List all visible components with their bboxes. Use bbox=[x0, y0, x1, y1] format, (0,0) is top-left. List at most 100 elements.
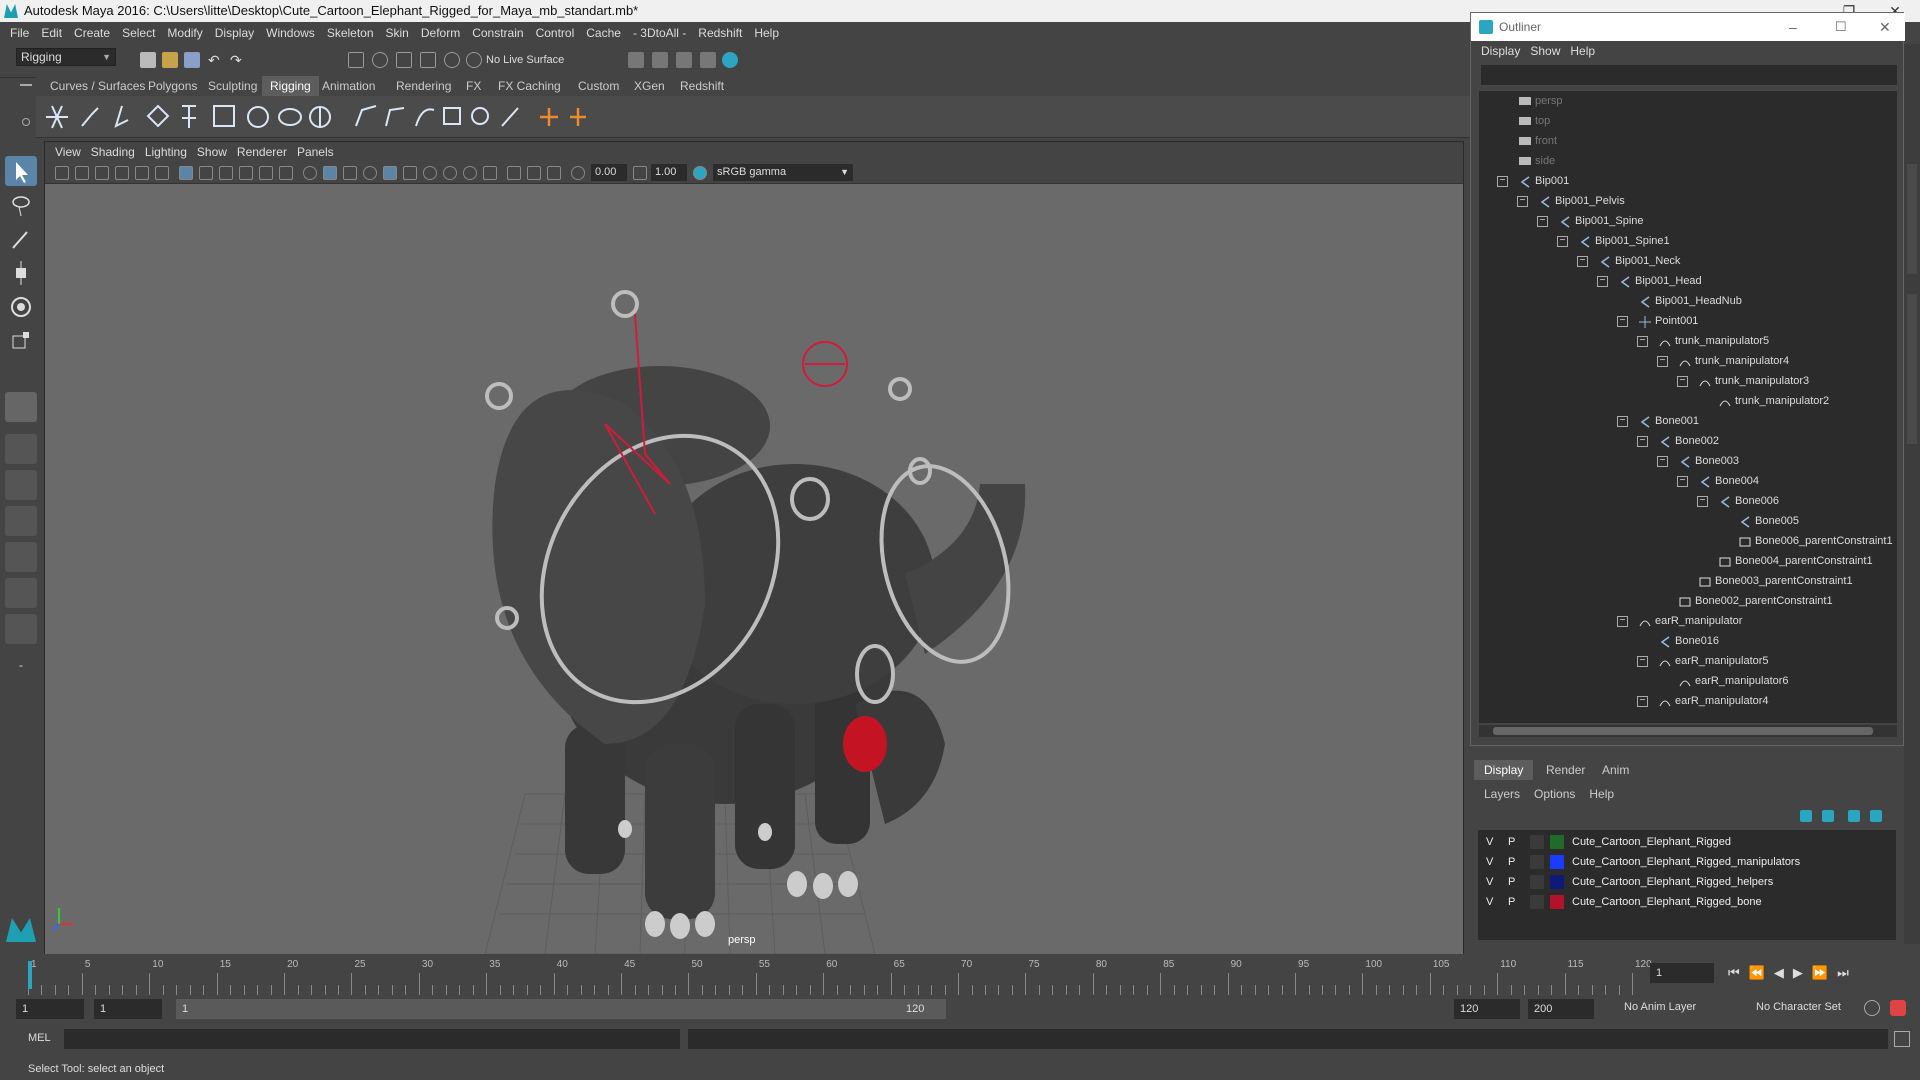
menu-item-constrain[interactable]: Constrain bbox=[472, 26, 523, 40]
layer-menu-help[interactable]: Help bbox=[1589, 787, 1614, 801]
shelf-tab-polygons[interactable]: Polygons bbox=[140, 76, 205, 96]
render-frame-icon[interactable] bbox=[652, 52, 668, 68]
expand-toggle-icon[interactable]: − bbox=[1617, 316, 1628, 327]
current-time-marker[interactable] bbox=[28, 961, 32, 989]
shelf-tab-rendering[interactable]: Rendering bbox=[388, 76, 459, 96]
motion-blur-icon[interactable] bbox=[423, 166, 437, 180]
bookmark-icon[interactable] bbox=[95, 166, 109, 180]
layer-color-swatch[interactable] bbox=[1550, 855, 1564, 869]
viewport-menu-lighting[interactable]: Lighting bbox=[145, 145, 187, 159]
menu-item-file[interactable]: File bbox=[10, 26, 29, 40]
outliner-tree[interactable]: persp top front side − Bip001− Bip001_Pelvis − B… bbox=[1479, 91, 1897, 723]
expand-toggle-icon[interactable]: − bbox=[1657, 456, 1668, 467]
film-gate-icon[interactable] bbox=[199, 166, 213, 180]
menu-item-help[interactable]: Help bbox=[754, 26, 779, 40]
scrollbar-thumb[interactable] bbox=[1493, 727, 1873, 735]
snap-point-icon[interactable] bbox=[396, 52, 412, 68]
layer-visibility-toggle[interactable]: V bbox=[1486, 852, 1493, 872]
expand-toggle-icon[interactable]: − bbox=[1517, 196, 1528, 207]
shelf-tab-animation[interactable]: Animation bbox=[314, 76, 383, 96]
end-time-field[interactable]: 200 bbox=[1528, 999, 1594, 1019]
select-camera-icon[interactable] bbox=[55, 166, 69, 180]
shelf-options-icon[interactable] bbox=[22, 118, 30, 126]
shelf-tab-xgen[interactable]: XGen bbox=[626, 76, 673, 96]
layer-menu-options[interactable]: Options bbox=[1534, 787, 1575, 801]
viewport-menu-panels[interactable]: Panels bbox=[297, 145, 334, 159]
anim-layer-dropdown[interactable]: No Anim Layer bbox=[1624, 1001, 1696, 1013]
ipr-render-icon[interactable] bbox=[676, 52, 692, 68]
expand-toggle-icon[interactable]: − bbox=[1637, 336, 1648, 347]
smooth-shade-icon[interactable] bbox=[323, 166, 337, 180]
isolate-select-icon[interactable] bbox=[483, 166, 497, 180]
snap-curve-icon[interactable] bbox=[372, 52, 388, 68]
layer-menu-layers[interactable]: Layers bbox=[1484, 787, 1520, 801]
menu-item-create[interactable]: Create bbox=[74, 26, 110, 40]
layer-row[interactable]: V P Cute_Cartoon_Elephant_Rigged_bone bbox=[1478, 892, 1896, 912]
field-chart-icon[interactable] bbox=[259, 166, 273, 180]
menu-item-3dtoall[interactable]: - 3DtoAll - bbox=[633, 26, 686, 40]
expand-toggle-icon[interactable]: − bbox=[1657, 356, 1668, 367]
shelf-menu-icon[interactable] bbox=[20, 84, 32, 86]
shelf-tab-curves-surfaces[interactable]: Curves / Surfaces bbox=[42, 76, 153, 96]
layer-tab-render[interactable]: Render bbox=[1536, 760, 1595, 780]
new-scene-icon[interactable] bbox=[140, 52, 156, 68]
step-back-key-icon[interactable]: ⏪ bbox=[1749, 965, 1774, 980]
menu-item-control[interactable]: Control bbox=[536, 26, 575, 40]
expand-toggle-icon[interactable]: − bbox=[1557, 236, 1568, 247]
play-forwards-icon[interactable]: ▶ bbox=[1793, 965, 1812, 980]
layer-playback-toggle[interactable]: P bbox=[1508, 872, 1515, 892]
layer-type-box[interactable] bbox=[1530, 895, 1544, 909]
attribute-editor-tab[interactable] bbox=[1907, 164, 1917, 274]
time-ruler[interactable]: 1 5 10 15 20 25 30 35 40 45 50 55 60 65 70 75 80 85 90 95 10… bbox=[28, 959, 1652, 995]
outliner-filter-input[interactable] bbox=[1481, 65, 1897, 85]
rotate-tool-icon[interactable] bbox=[5, 292, 37, 322]
playback-end-field[interactable]: 120 bbox=[1454, 999, 1520, 1019]
layer-visibility-toggle[interactable]: V bbox=[1486, 832, 1493, 852]
xray-joints-icon[interactable] bbox=[547, 166, 561, 180]
expand-toggle-icon[interactable]: − bbox=[1597, 276, 1608, 287]
scene-view[interactable] bbox=[45, 184, 1463, 954]
layer-color-swatch[interactable] bbox=[1550, 875, 1564, 889]
expand-toggle-icon[interactable]: − bbox=[1537, 216, 1548, 227]
current-frame-field[interactable]: 1 bbox=[1650, 963, 1714, 983]
layer-row[interactable]: V P Cute_Cartoon_Elephant_Rigged_helpers bbox=[1478, 872, 1896, 892]
expand-toggle-icon[interactable]: − bbox=[1637, 436, 1648, 447]
outliner-menu-help[interactable]: Help bbox=[1570, 44, 1595, 58]
menu-item-modify[interactable]: Modify bbox=[167, 26, 202, 40]
menu-item-edit[interactable]: Edit bbox=[41, 26, 62, 40]
snap-surface-icon[interactable] bbox=[444, 52, 460, 68]
xray-icon[interactable] bbox=[507, 166, 521, 180]
scale-tool-icon[interactable] bbox=[5, 326, 37, 356]
safe-action-icon[interactable] bbox=[279, 166, 293, 180]
expand-toggle-icon[interactable]: − bbox=[1677, 476, 1688, 487]
viewport-menu-renderer[interactable]: Renderer bbox=[237, 145, 287, 159]
character-set-dropdown[interactable]: No Character Set bbox=[1756, 1001, 1841, 1013]
outliner-menu-show[interactable]: Show bbox=[1530, 44, 1560, 58]
shelf-tab-rigging[interactable]: Rigging bbox=[262, 76, 319, 96]
shadows-icon[interactable] bbox=[383, 166, 397, 180]
snap-plane-icon[interactable] bbox=[420, 52, 436, 68]
depth-of-field-icon[interactable] bbox=[463, 166, 477, 180]
layer-row[interactable]: V P Cute_Cartoon_Elephant_Rigged bbox=[1478, 832, 1896, 852]
layer-tab-display[interactable]: Display bbox=[1474, 760, 1534, 780]
redo-icon[interactable]: ↷ bbox=[230, 52, 246, 68]
menu-item-deform[interactable]: Deform bbox=[421, 26, 460, 40]
play-backwards-icon[interactable]: ◀ bbox=[1774, 965, 1793, 980]
shelf-tab-redshift[interactable]: Redshift bbox=[672, 76, 732, 96]
use-all-lights-icon[interactable] bbox=[363, 166, 377, 180]
more-layouts-icon[interactable]: - bbox=[5, 650, 37, 680]
maximize-icon[interactable]: ☐ bbox=[1835, 13, 1847, 41]
expand-toggle-icon[interactable]: − bbox=[1637, 696, 1648, 707]
live-surface-label[interactable]: No Live Surface bbox=[486, 54, 564, 66]
start-time-field[interactable]: 1 bbox=[16, 999, 84, 1019]
expand-toggle-icon[interactable]: − bbox=[1497, 176, 1508, 187]
layer-visibility-toggle[interactable]: V bbox=[1486, 892, 1493, 912]
layer-color-swatch[interactable] bbox=[1550, 835, 1564, 849]
snap-grid-icon[interactable] bbox=[348, 52, 364, 68]
color-space-dropdown[interactable]: sRGB gamma ▼ bbox=[713, 164, 853, 181]
grease-pencil-icon[interactable] bbox=[155, 166, 169, 180]
range-slider[interactable]: 1 120 bbox=[176, 999, 946, 1019]
grid-icon[interactable] bbox=[179, 166, 193, 180]
render-settings-icon[interactable] bbox=[628, 52, 644, 68]
select-tool-icon[interactable] bbox=[5, 156, 37, 186]
